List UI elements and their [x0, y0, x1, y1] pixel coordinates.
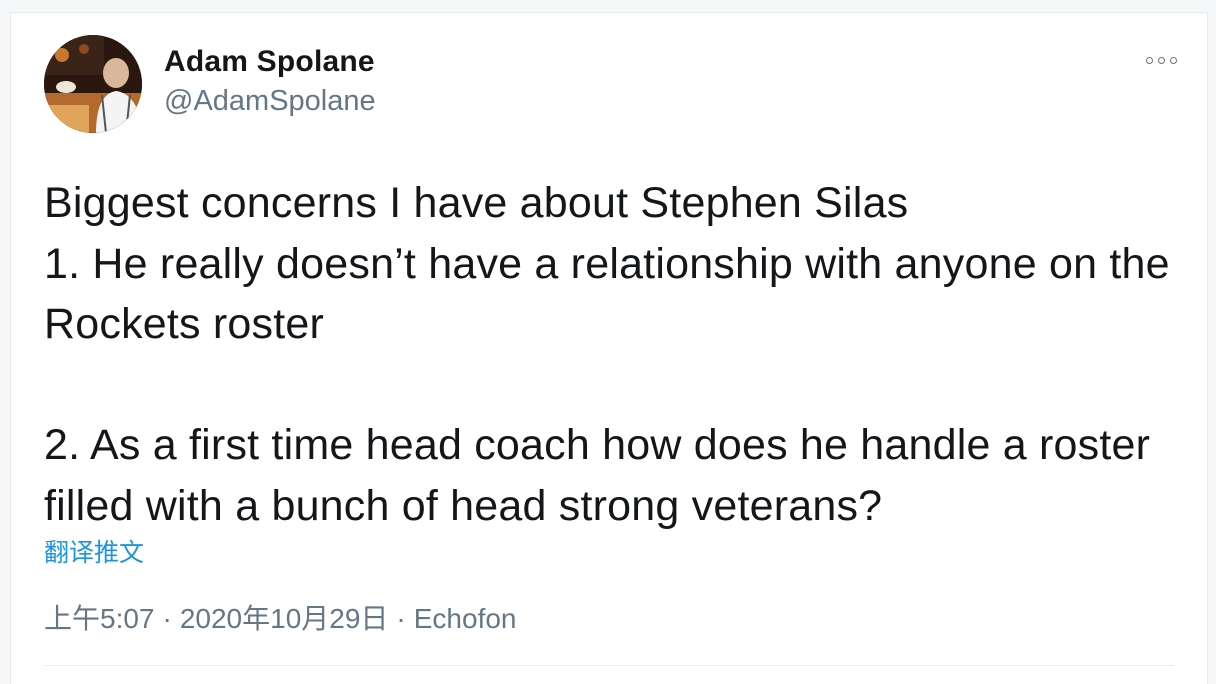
tweet-source[interactable]: Echofon: [414, 603, 517, 634]
tweet-date[interactable]: 2020年10月29日: [180, 603, 389, 634]
more-dot: [1157, 56, 1165, 64]
more-dot: [1169, 56, 1177, 64]
tweet-text: Biggest concerns I have about Stephen Si…: [44, 179, 1170, 530]
separator: ·: [396, 603, 406, 634]
more-dot: [1145, 56, 1153, 64]
divider: [44, 665, 1174, 666]
separator: ·: [162, 603, 172, 634]
more-options-icon[interactable]: [1137, 47, 1185, 73]
avatar-photo: [44, 35, 142, 133]
tweet-card: Adam Spolane @AdamSpolane Biggest concer…: [10, 12, 1208, 684]
tweet-time[interactable]: 上午5:07: [44, 603, 155, 634]
user-name[interactable]: Adam Spolane: [164, 45, 375, 79]
user-handle[interactable]: @AdamSpolane: [164, 85, 376, 118]
translate-tweet-link[interactable]: 翻译推文: [44, 533, 144, 569]
avatar[interactable]: [44, 35, 142, 133]
tweet-metadata: 上午5:07 · 2020年10月29日 · Echofon: [44, 597, 517, 637]
